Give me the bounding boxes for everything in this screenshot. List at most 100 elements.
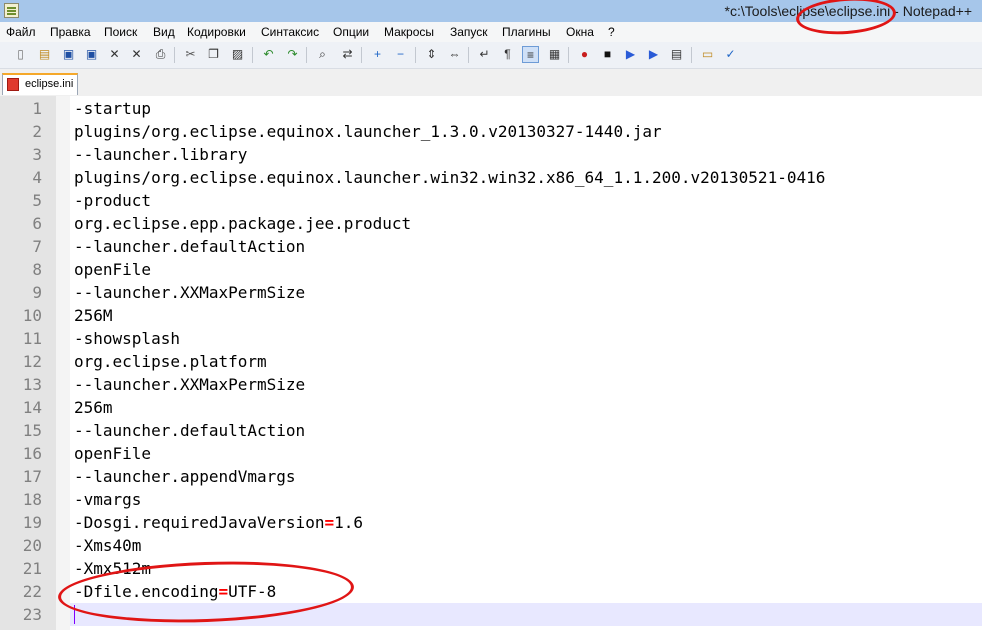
code-line[interactable]: plugins/org.eclipse.equinox.launcher.win… (74, 166, 825, 189)
replace-icon[interactable]: ⇄ (339, 46, 356, 63)
code-line[interactable]: --launcher.defaultAction (74, 419, 305, 442)
equals-operator: = (324, 513, 335, 532)
code-line[interactable]: -product (74, 189, 151, 212)
code-line[interactable]: --launcher.library (74, 143, 247, 166)
fold-margin[interactable] (56, 96, 70, 630)
line-number: 12 (22, 352, 42, 371)
code-line[interactable]: -Dosgi.requiredJavaVersion=1.6 (74, 511, 363, 534)
play-macro-icon[interactable]: ▶ (622, 46, 639, 63)
line-number-gutter[interactable]: 1 2 3 4 5 6 7 8 9 10 11 12 13 14 15 16 17 18 19 20 21 22 23 (0, 96, 56, 630)
title-bar[interactable]: *c:\Tools\eclipse\eclipse.ini - Notepad+… (0, 0, 982, 22)
menu-item-7[interactable]: Макросы (384, 25, 434, 39)
cut-icon[interactable]: ✂ (182, 46, 199, 63)
menu-item-10[interactable]: Окна (566, 25, 594, 39)
menu-item-4[interactable]: Кодировки (187, 25, 246, 39)
code-line[interactable]: -Dfile.encoding=UTF-8 (74, 580, 276, 603)
line-number: 14 (22, 398, 42, 417)
code-line[interactable]: org.eclipse.epp.package.jee.product (74, 212, 411, 235)
line-number: 16 (22, 444, 42, 463)
indent-guide-icon[interactable]: ≡ (522, 46, 539, 63)
find-icon[interactable]: ⌕ (314, 46, 331, 63)
line-number: 18 (22, 490, 42, 509)
code-line[interactable]: --launcher.defaultAction (74, 235, 305, 258)
line-number: 11 (22, 329, 42, 348)
window-title: *c:\Tools\eclipse\eclipse.ini - Notepad+… (724, 3, 972, 19)
undo-icon[interactable]: ↶ (260, 46, 277, 63)
line-number: 1 (32, 99, 42, 118)
toolbar-separator (568, 47, 569, 63)
line-number: 2 (32, 122, 42, 141)
line-number: 21 (22, 559, 42, 578)
line-number: 13 (22, 375, 42, 394)
record-macro-icon[interactable]: ● (576, 46, 593, 63)
toolbar-separator (691, 47, 692, 63)
sync-vertical-icon[interactable]: ⇕ (423, 46, 440, 63)
code-line[interactable]: -Xmx512m (74, 557, 151, 580)
open-file-icon[interactable]: ▤ (36, 46, 53, 63)
code-line[interactable]: openFile (74, 258, 151, 281)
menu-item-0[interactable]: Файл (6, 25, 36, 39)
menu-item-3[interactable]: Вид (153, 25, 175, 39)
tab-eclipse-ini[interactable]: eclipse.ini (2, 73, 78, 95)
paste-icon[interactable]: ▨ (229, 46, 246, 63)
show-all-chars-icon[interactable]: ¶ (499, 46, 516, 63)
code-line[interactable]: -showsplash (74, 327, 180, 350)
save-all-icon[interactable]: ▣ (83, 46, 100, 63)
text-editor[interactable]: -startup plugins/org.eclipse.equinox.laun… (70, 96, 982, 630)
line-number: 15 (22, 421, 42, 440)
code-line[interactable]: org.eclipse.platform (74, 350, 267, 373)
code-line[interactable]: --launcher.XXMaxPermSize (74, 281, 305, 304)
spellcheck-icon[interactable]: ✓ (722, 46, 739, 63)
close-all-icon[interactable]: ✕ (128, 46, 145, 63)
save-macro-icon[interactable]: ▤ (668, 46, 685, 63)
notepadpp-app-icon[interactable] (4, 3, 19, 18)
line-number: 9 (32, 283, 42, 302)
code-line[interactable]: 256m (74, 396, 113, 419)
line-number: 8 (32, 260, 42, 279)
line-number: 19 (22, 513, 42, 532)
redo-icon[interactable]: ↷ (284, 46, 301, 63)
menu-item-6[interactable]: Опции (333, 25, 369, 39)
toolbar-separator (306, 47, 307, 63)
code-line[interactable]: -startup (74, 97, 151, 120)
toolbar: ▯ ▤ ▣ ▣ ✕ ✕ ⎙ ✂ ❐ ▨ ↶ ↷ ⌕ ⇄ + − ⇕ ⇔ ↵ ¶ ≡ ▦ ● ■ ▶ ▶ ▤ ▭ ✓ (0, 42, 982, 69)
code-line[interactable]: -Xms40m (74, 534, 141, 557)
word-wrap-icon[interactable]: ↵ (476, 46, 493, 63)
code-line[interactable]: --launcher.XXMaxPermSize (74, 373, 305, 396)
code-line[interactable]: --launcher.appendVmargs (74, 465, 296, 488)
run-macro-multiple-icon[interactable]: ▶ (645, 46, 662, 63)
doc-map-icon[interactable]: ▦ (546, 46, 563, 63)
line-number: 3 (32, 145, 42, 164)
close-icon[interactable]: ✕ (106, 46, 123, 63)
equals-operator: = (218, 582, 229, 601)
menu-item-1[interactable]: Правка (50, 25, 91, 39)
line-number: 23 (22, 605, 42, 624)
code-line[interactable]: 256M (74, 304, 113, 327)
code-line[interactable]: -vmargs (74, 488, 141, 511)
sync-horizontal-icon[interactable]: ⇔ (446, 46, 463, 63)
menu-item-11[interactable]: ? (608, 25, 615, 39)
save-icon[interactable]: ▣ (60, 46, 77, 63)
toolbar-separator (468, 47, 469, 63)
stop-record-icon[interactable]: ■ (599, 46, 616, 63)
current-line-highlight (70, 603, 982, 626)
zoom-in-icon[interactable]: + (369, 46, 386, 63)
menu-item-8[interactable]: Запуск (450, 25, 488, 39)
menu-item-2[interactable]: Поиск (104, 25, 137, 39)
line-number: 5 (32, 191, 42, 210)
code-line[interactable]: plugins/org.eclipse.equinox.launcher_1.3… (74, 120, 662, 143)
new-file-icon[interactable]: ▯ (12, 46, 29, 63)
line-number: 20 (22, 536, 42, 555)
zoom-out-icon[interactable]: − (392, 46, 409, 63)
line-number: 22 (22, 582, 42, 601)
print-icon[interactable]: ⎙ (152, 46, 169, 63)
menu-item-5[interactable]: Синтаксис (261, 25, 319, 39)
folder-workspace-icon[interactable]: ▭ (699, 46, 716, 63)
menu-item-9[interactable]: Плагины (502, 25, 551, 39)
code-line[interactable]: openFile (74, 442, 151, 465)
unsaved-file-icon (7, 78, 19, 91)
menu-bar: Файл Правка Поиск Вид Кодировки Синтаксис Опци… (0, 22, 982, 42)
toolbar-separator (252, 47, 253, 63)
text-caret (74, 605, 75, 624)
copy-icon[interactable]: ❐ (205, 46, 222, 63)
